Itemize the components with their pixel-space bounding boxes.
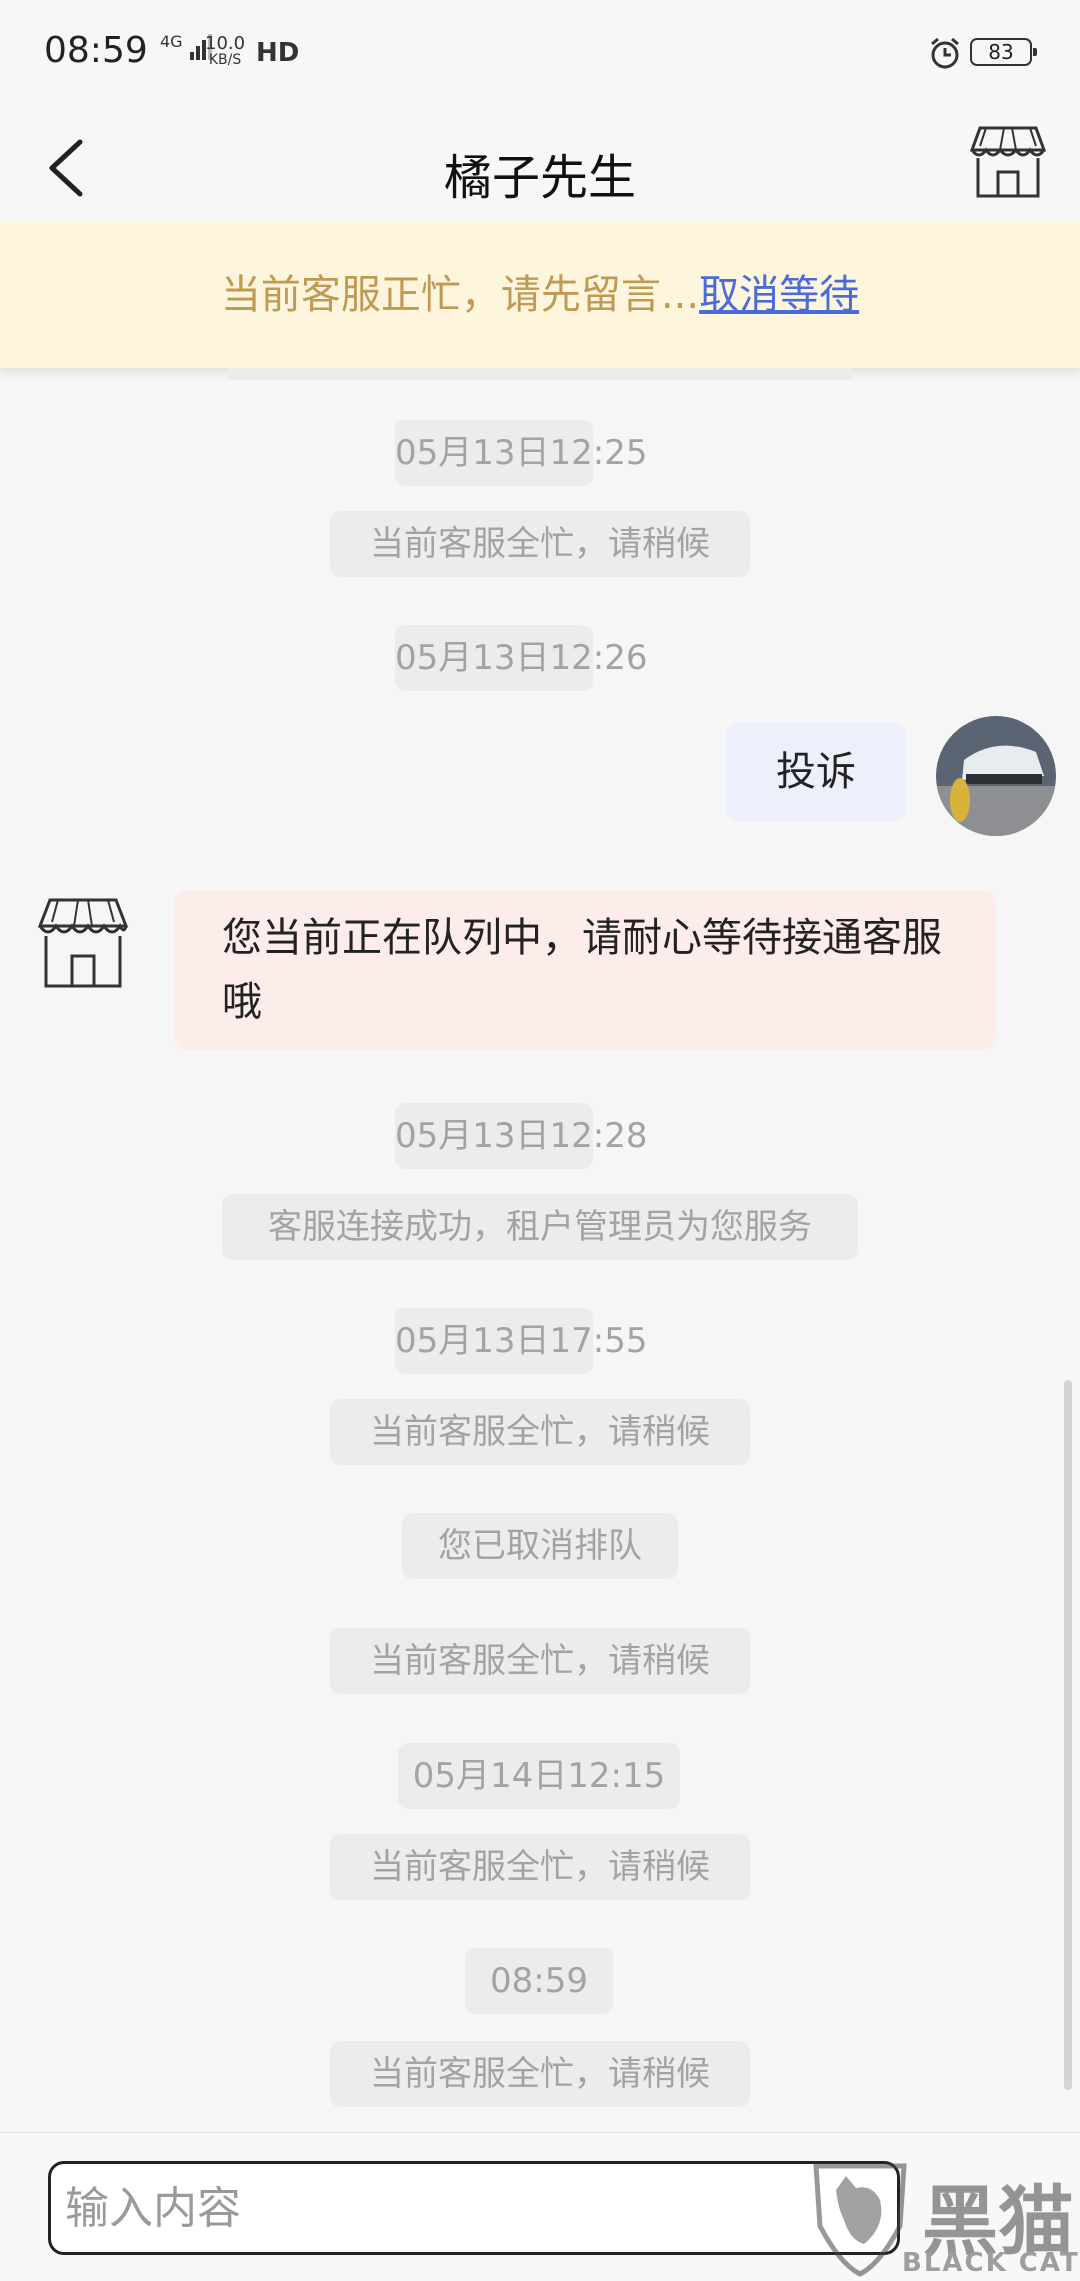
chat-scrollbar[interactable] <box>1064 1380 1072 2090</box>
notice-text: 当前客服正忙，请先留言... <box>220 272 700 318</box>
page-title: 橘子先生 <box>443 150 636 206</box>
cat-shield-icon <box>813 2163 907 2277</box>
outgoing-message[interactable]: 投诉 <box>726 722 906 822</box>
system-message: 当前客服全忙，请稍候 <box>330 1628 750 1694</box>
network-indicator: 4G <box>160 34 212 60</box>
timestamp: 08:59 <box>465 1948 613 2014</box>
timestamp: 05月14日12:15 <box>398 1743 680 1809</box>
timestamp: 05月13日12:25 <box>395 420 648 486</box>
status-time: 08:59 <box>44 30 148 71</box>
avatar-photo <box>936 716 1056 836</box>
watermark-en-text: BLACK CAT <box>902 2248 1080 2278</box>
speed-unit: KB/S <box>208 52 242 68</box>
network-type: 4G <box>160 32 183 51</box>
system-message: 客服连接成功，租户管理员为您服务 <box>222 1194 858 1260</box>
user-avatar[interactable] <box>936 716 1056 836</box>
incoming-message[interactable]: 您当前正在队列中，请耐心等待接通客服哦 <box>174 890 996 1050</box>
black-cat-watermark: 黑猫 BLACK CAT <box>810 2156 1080 2280</box>
network-speed: 10.0 KB/S <box>205 33 246 69</box>
system-message: 当前客服全忙，请稍候 <box>330 511 750 577</box>
previous-message-edge <box>226 368 854 380</box>
battery-indicator: 83 <box>970 38 1037 66</box>
system-message: 您已取消排队 <box>402 1513 678 1579</box>
message-input[interactable] <box>48 2161 900 2255</box>
status-bar: 08:59 4G 10.0 KB/S HD 83 <box>0 0 1080 110</box>
storefront-icon[interactable] <box>966 116 1050 206</box>
nav-bar: 橘子先生 <box>0 110 1080 223</box>
timestamp: 05月13日17:55 <box>395 1308 648 1374</box>
alarm-clock-icon <box>931 37 959 69</box>
chat-message-list[interactable]: 05月13日12:25 当前客服全忙，请稍候 05月13日12:26 投诉 您当… <box>0 368 1080 2132</box>
timestamp: 05月13日12:28 <box>395 1103 648 1169</box>
system-message: 当前客服全忙，请稍候 <box>330 1834 750 1900</box>
speed-value: 10.0 <box>205 33 246 54</box>
busy-notice-banner: 当前客服正忙，请先留言...取消等待 <box>0 222 1080 368</box>
storefront-icon <box>37 898 129 988</box>
cancel-wait-link[interactable]: 取消等待 <box>699 272 859 318</box>
system-message: 当前客服全忙，请稍候 <box>330 2041 750 2107</box>
hd-badge: HD <box>256 38 300 68</box>
timestamp: 05月13日12:26 <box>395 625 648 691</box>
system-message: 当前客服全忙，请稍候 <box>330 1399 750 1465</box>
